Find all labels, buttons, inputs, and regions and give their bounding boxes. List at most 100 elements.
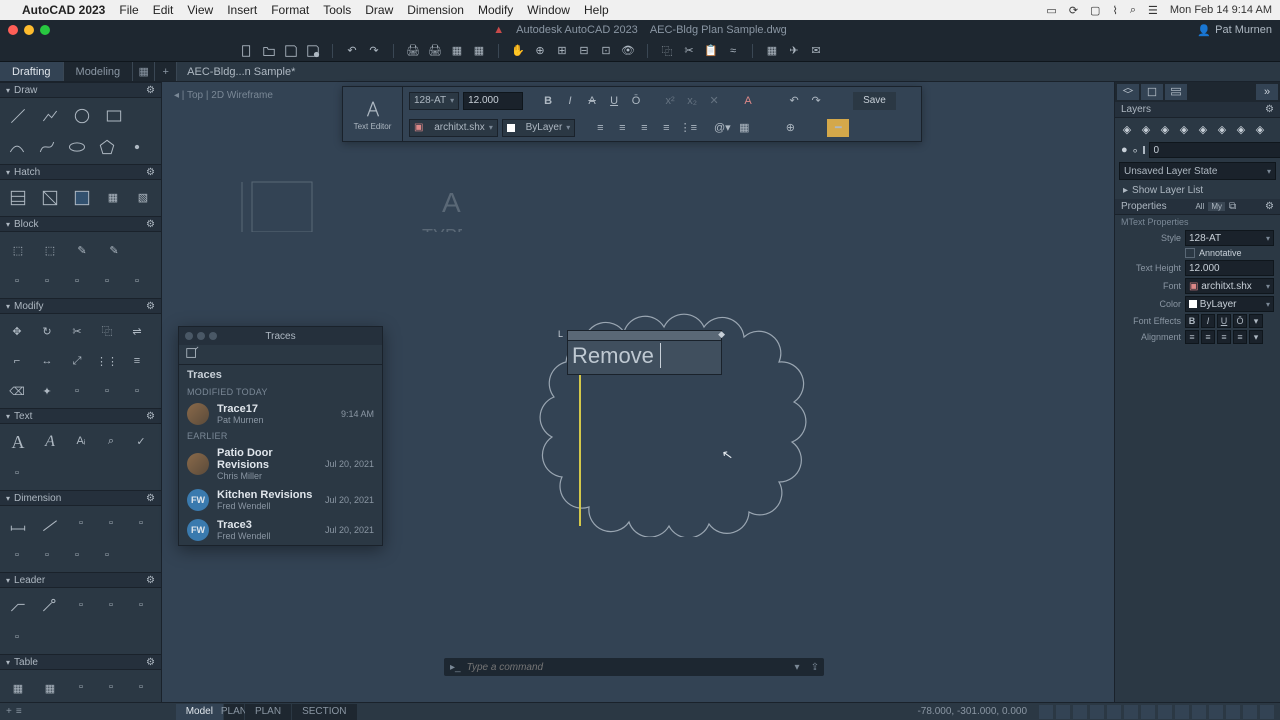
symbol-icon[interactable]: @▾ — [713, 119, 731, 137]
plot-icon[interactable]: 🖨 — [404, 42, 422, 60]
markup-icon[interactable]: ▦ — [763, 42, 781, 60]
maximize-window-button[interactable] — [40, 25, 50, 35]
justify-left-icon[interactable]: ≡ — [591, 119, 609, 137]
gear-icon[interactable]: ⚙ — [1265, 201, 1274, 212]
layer-icon[interactable]: ◈ — [1195, 122, 1211, 136]
close-window-button[interactable] — [8, 25, 18, 35]
menu-edit[interactable]: Edit — [153, 3, 174, 17]
cmd-settings-icon[interactable]: ▾ — [788, 658, 806, 676]
trace-row[interactable]: Trace17 Pat Murnen 9:14 AM — [179, 399, 382, 429]
insert-block-tool[interactable]: ⬚ — [3, 235, 33, 265]
layer-icon[interactable]: ◈ — [1157, 122, 1173, 136]
copy-icon[interactable]: ⿻ — [658, 42, 676, 60]
table-a-tool[interactable]: ▫ — [67, 673, 95, 701]
menu-insert[interactable]: Insert — [227, 3, 257, 17]
bullets-icon[interactable]: ⋮≡ — [679, 119, 697, 137]
status-icon[interactable] — [1260, 705, 1274, 719]
layer-freeze-icon[interactable]: ∘ — [1132, 144, 1139, 157]
redo-icon[interactable]: ↷ — [365, 42, 383, 60]
block-d-tool[interactable]: ▫ — [93, 267, 121, 295]
zoom-extents-icon[interactable]: ⊡ — [597, 42, 615, 60]
status-icon[interactable] — [1209, 705, 1223, 719]
wifi-icon[interactable]: ⌇ — [1112, 4, 1117, 17]
menu-help[interactable]: Help — [584, 3, 609, 17]
control-center-icon[interactable]: ☰ — [1148, 4, 1158, 17]
dim-a-tool[interactable]: ▫ — [67, 509, 95, 537]
status-icon[interactable] — [1039, 705, 1053, 719]
text-field-tool[interactable]: ▫ — [3, 459, 31, 487]
sync-icon[interactable]: ⟳ — [1069, 4, 1078, 17]
align-tool[interactable]: ▫ — [63, 377, 91, 405]
gradient-tool[interactable] — [35, 183, 65, 213]
menu-format[interactable]: Format — [271, 3, 309, 17]
cut-icon[interactable]: ✂ — [680, 42, 698, 60]
display-icon[interactable]: ▢ — [1090, 4, 1100, 17]
underline-button[interactable]: U — [605, 92, 623, 110]
panel-tab-more[interactable]: » — [1256, 84, 1278, 100]
block-b-tool[interactable]: ▫ — [33, 267, 61, 295]
layers-panel-header[interactable]: Layers⚙ — [1115, 102, 1280, 118]
cmd-history-icon[interactable]: ▸_ — [444, 662, 467, 673]
status-icon[interactable] — [1192, 705, 1206, 719]
feedback-icon[interactable]: ✉ — [807, 42, 825, 60]
align-tr-button[interactable]: ≡ — [1217, 330, 1231, 344]
menu-dimension[interactable]: Dimension — [407, 3, 464, 17]
workspace-add-icon[interactable]: + — [155, 62, 177, 81]
undo-icon[interactable]: ↶ — [343, 42, 361, 60]
current-layer-row[interactable]: ● ∘ ▾ — [1115, 140, 1280, 160]
sup-button[interactable]: x² — [661, 92, 679, 110]
panel-tab-blocks[interactable] — [1141, 84, 1163, 100]
align-more-button[interactable]: ▾ — [1249, 330, 1263, 344]
zoom-realtime-icon[interactable]: ⊕ — [531, 42, 549, 60]
save-text-button[interactable]: Save — [853, 92, 896, 110]
arc-tool[interactable] — [3, 133, 31, 161]
italic-button[interactable]: I — [561, 92, 579, 110]
hatch-tool[interactable] — [3, 183, 33, 213]
plot-preview-icon[interactable]: 🖨 — [426, 42, 444, 60]
layout-menu-icon[interactable]: ≡ — [16, 706, 22, 717]
leader-a-tool[interactable]: ▫ — [67, 591, 95, 619]
dim-e-tool[interactable]: ▫ — [33, 541, 61, 569]
strike-button[interactable]: A — [583, 92, 601, 110]
scale-tool[interactable]: ⤢ — [63, 347, 91, 375]
prop-style-select[interactable]: 128-AT — [1185, 230, 1274, 246]
palette-titlebar[interactable]: Traces — [179, 327, 382, 345]
gear-icon[interactable]: ⚙ — [1265, 104, 1274, 115]
layer-visible-icon[interactable]: ● — [1121, 144, 1128, 156]
ribbon-header-hatch[interactable]: ▾Hatch⚙ — [0, 164, 161, 180]
text-style-select[interactable]: 128-AT — [409, 92, 459, 110]
join-tool[interactable]: ▫ — [123, 377, 151, 405]
copy-tool[interactable]: ⿻ — [93, 317, 121, 345]
wipeout-tool[interactable]: ▧ — [129, 183, 157, 211]
ribbon-header-draw[interactable]: ▾Draw⚙ — [0, 82, 161, 98]
mtext-ruler[interactable]: L ◆ — [568, 331, 721, 341]
menu-modify[interactable]: Modify — [478, 3, 513, 17]
sub-button[interactable]: x₂ — [683, 92, 701, 110]
text-color-icon[interactable]: A — [739, 92, 757, 110]
mtext-editor[interactable]: L ◆ Remove — [567, 330, 722, 375]
block-c-tool[interactable]: ▫ — [63, 267, 91, 295]
prop-color-select[interactable]: ByLayer — [1185, 296, 1274, 312]
block-attr-tool[interactable]: ✎ — [99, 235, 129, 265]
offset-tool[interactable]: ≡ — [123, 347, 151, 375]
text-check-tool[interactable]: ✓ — [127, 427, 155, 455]
overline-button[interactable]: Ō — [627, 92, 645, 110]
leader-tool[interactable] — [35, 591, 65, 621]
leader-d-tool[interactable]: ▫ — [3, 623, 31, 651]
create-block-tool[interactable]: ⬚ — [35, 235, 65, 265]
dim-b-tool[interactable]: ▫ — [97, 509, 125, 537]
break-tool[interactable]: ▫ — [93, 377, 121, 405]
mirror-tool[interactable]: ⇌ — [123, 317, 151, 345]
menu-draw[interactable]: Draw — [365, 3, 393, 17]
table-b-tool[interactable]: ▫ — [97, 673, 125, 701]
text-style-tool[interactable]: Aᵢ — [67, 427, 95, 455]
menu-view[interactable]: View — [187, 3, 213, 17]
explode-tool[interactable]: ✦ — [33, 377, 61, 405]
polygon-tool[interactable] — [93, 133, 121, 161]
ribbon-header-table[interactable]: ▾Table⚙ — [0, 654, 161, 670]
clear-button[interactable]: ✕ — [705, 92, 723, 110]
rotate-tool[interactable]: ↻ — [33, 317, 61, 345]
ellipse-tool[interactable] — [63, 133, 91, 161]
status-icon[interactable] — [1124, 705, 1138, 719]
trace-row[interactable]: FW Trace3 Fred Wendell Jul 20, 2021 — [179, 515, 382, 545]
